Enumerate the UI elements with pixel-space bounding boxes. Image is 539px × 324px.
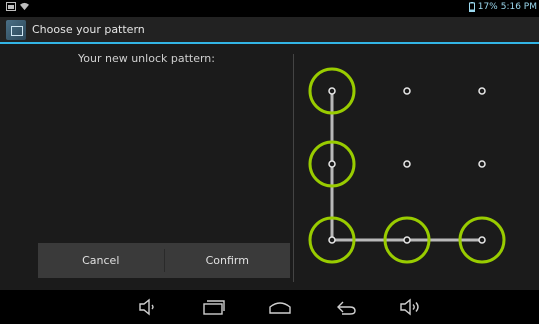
home-icon[interactable]: [268, 297, 292, 317]
dot: [328, 87, 336, 95]
nav-bar: [0, 290, 539, 324]
dot: [403, 87, 411, 95]
pattern-dot-2[interactable]: [403, 87, 411, 95]
battery-icon: [468, 2, 475, 12]
dot: [328, 160, 336, 168]
pattern-dot-6[interactable]: [478, 160, 486, 168]
screenshot-icon: [6, 2, 16, 11]
pattern-area[interactable]: [296, 44, 539, 290]
pattern-dot-3[interactable]: [478, 87, 486, 95]
confirm-button[interactable]: Confirm: [165, 243, 291, 278]
action-bar: Choose your pattern: [0, 17, 539, 44]
clock: 5:16 PM: [500, 2, 537, 12]
volume-down-icon[interactable]: [136, 297, 160, 317]
battery-percent: 17%: [477, 2, 498, 12]
status-right: 17% 5:16 PM: [468, 2, 537, 12]
dot: [478, 87, 486, 95]
dot: [478, 236, 486, 244]
dot: [403, 160, 411, 168]
page-title: Choose your pattern: [32, 23, 145, 36]
instructions-pane: Your new unlock pattern: Cancel Confirm: [0, 44, 293, 290]
dot: [403, 236, 411, 244]
pattern-grid[interactable]: [296, 44, 539, 290]
content: Your new unlock pattern: Cancel Confirm: [0, 44, 539, 290]
wifi-icon: [20, 2, 29, 11]
back-icon[interactable]: [334, 297, 358, 317]
dot: [328, 236, 336, 244]
button-row: Cancel Confirm: [38, 243, 290, 278]
volume-up-icon[interactable]: [398, 297, 422, 317]
pattern-lock-icon[interactable]: [6, 19, 26, 40]
header-message: Your new unlock pattern:: [78, 52, 215, 65]
status-bar: 17% 5:16 PM: [0, 0, 539, 17]
recent-apps-icon[interactable]: [202, 297, 226, 317]
pane-divider: [293, 54, 294, 282]
pattern-dot-5[interactable]: [403, 160, 411, 168]
dot: [478, 160, 486, 168]
cancel-button[interactable]: Cancel: [38, 243, 164, 278]
status-left: [6, 2, 29, 11]
